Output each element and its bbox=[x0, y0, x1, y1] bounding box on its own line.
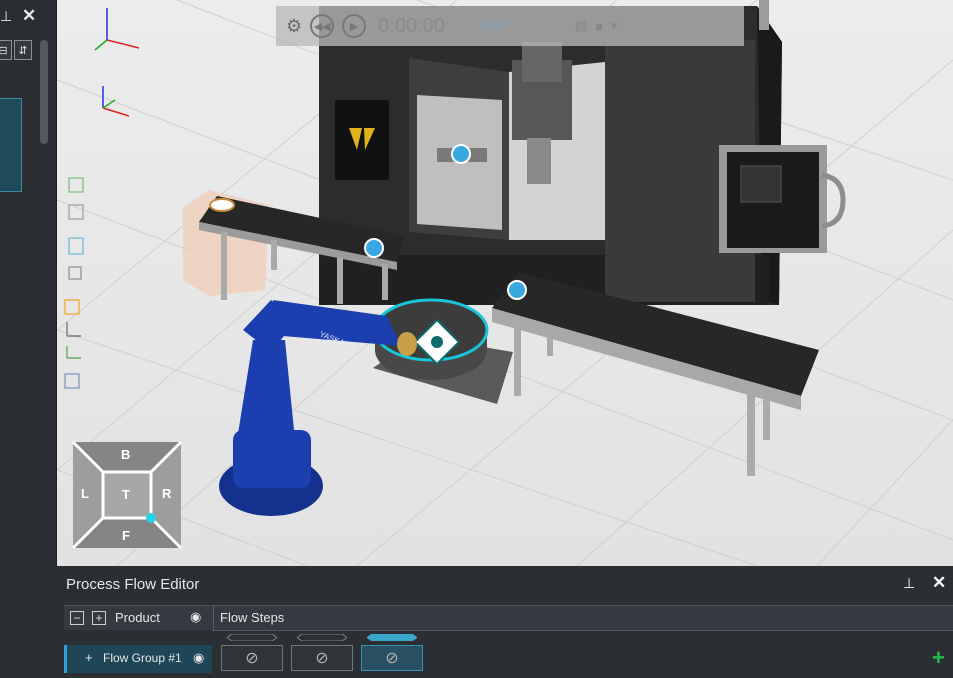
axis-gizmo-bottom bbox=[102, 86, 130, 117]
panel-title: Process Flow Editor bbox=[66, 576, 200, 593]
flow-group-row[interactable]: + Flow Group #1 ◉ bbox=[64, 630, 212, 678]
nav-cube-right[interactable]: R bbox=[162, 486, 171, 501]
3d-viewport[interactable]: YASKAWA B L T R F bbox=[57, 0, 953, 566]
settings-dropdown-icon[interactable]: ▾ bbox=[611, 18, 618, 34]
step-header-1 bbox=[227, 634, 277, 641]
eye-icon[interactable]: ◉ bbox=[190, 609, 201, 625]
panel-scrollbar[interactable] bbox=[40, 40, 48, 144]
sort-button[interactable]: ⇵ bbox=[14, 40, 32, 60]
blocked-icon: ⊘ bbox=[315, 650, 329, 667]
step-header-3 bbox=[367, 634, 417, 641]
nav-cube-front[interactable]: F bbox=[122, 528, 130, 543]
blocked-icon: ⊘ bbox=[245, 650, 259, 667]
collapse-all-button[interactable]: − bbox=[70, 611, 84, 625]
flow-group-selected[interactable]: + Flow Group #1 ◉ bbox=[64, 645, 212, 673]
3d-scene[interactable]: YASKAWA bbox=[57, 0, 953, 566]
process-flow-editor: Process Flow Editor ⊥ ✕ − + Product ◉ Fl… bbox=[56, 567, 953, 678]
nav-cube-left[interactable]: L bbox=[81, 486, 89, 501]
step-header-2 bbox=[297, 634, 347, 641]
flow-group-label: Flow Group #1 bbox=[103, 651, 182, 665]
rewind-icon[interactable]: ◀◀ bbox=[310, 14, 335, 38]
selected-panel-item[interactable] bbox=[0, 98, 22, 192]
view-tools bbox=[64, 177, 84, 389]
nav-cube-top[interactable]: T bbox=[122, 487, 130, 502]
close-icon[interactable]: ✕ bbox=[22, 6, 36, 26]
pdf-icon[interactable]: ▤ bbox=[575, 18, 587, 34]
flow-step-1[interactable]: ⊘ bbox=[221, 645, 283, 671]
yaskawa-robot: YASKAWA bbox=[219, 300, 417, 516]
simulation-time: 0:00:00 bbox=[378, 14, 445, 37]
axis-gizmo-top bbox=[94, 8, 140, 51]
flow-step-2[interactable]: ⊘ bbox=[291, 645, 353, 671]
expand-all-button[interactable]: + bbox=[92, 611, 106, 625]
pin-icon[interactable]: ⊥ bbox=[0, 8, 12, 25]
play-icon[interactable]: ▶ bbox=[342, 14, 367, 38]
nav-cube-back[interactable]: B bbox=[121, 447, 130, 462]
column-divider bbox=[213, 606, 214, 630]
blocked-icon: ⊘ bbox=[385, 650, 399, 667]
eye-icon[interactable]: ◉ bbox=[193, 650, 204, 666]
close-icon[interactable]: ✕ bbox=[932, 573, 946, 593]
speed-slider[interactable]: x 4.0 bbox=[481, 20, 505, 32]
video-icon[interactable]: ■ bbox=[595, 19, 603, 34]
pin-icon[interactable]: ⊥ bbox=[903, 575, 915, 592]
left-side-panel: ⊥ ✕ ⊟ ⇵ bbox=[0, 0, 57, 566]
gear-icon[interactable]: ⚙ bbox=[286, 16, 302, 37]
add-step-icon[interactable]: + bbox=[932, 645, 945, 671]
flow-header-row: − + Product ◉ Flow Steps bbox=[64, 605, 953, 631]
flow-steps-column-label: Flow Steps bbox=[220, 610, 285, 625]
collapse-all-button[interactable]: ⊟ bbox=[0, 40, 12, 60]
flow-step-3[interactable]: ⊘ bbox=[361, 645, 423, 671]
playback-toolbar: ⚙ ◀◀ ▶ 0:00:00 x 4.0 ▤ ■ ▾ bbox=[276, 6, 744, 46]
product-column-label: Product bbox=[115, 610, 160, 625]
expand-group-icon[interactable]: + bbox=[85, 650, 93, 665]
